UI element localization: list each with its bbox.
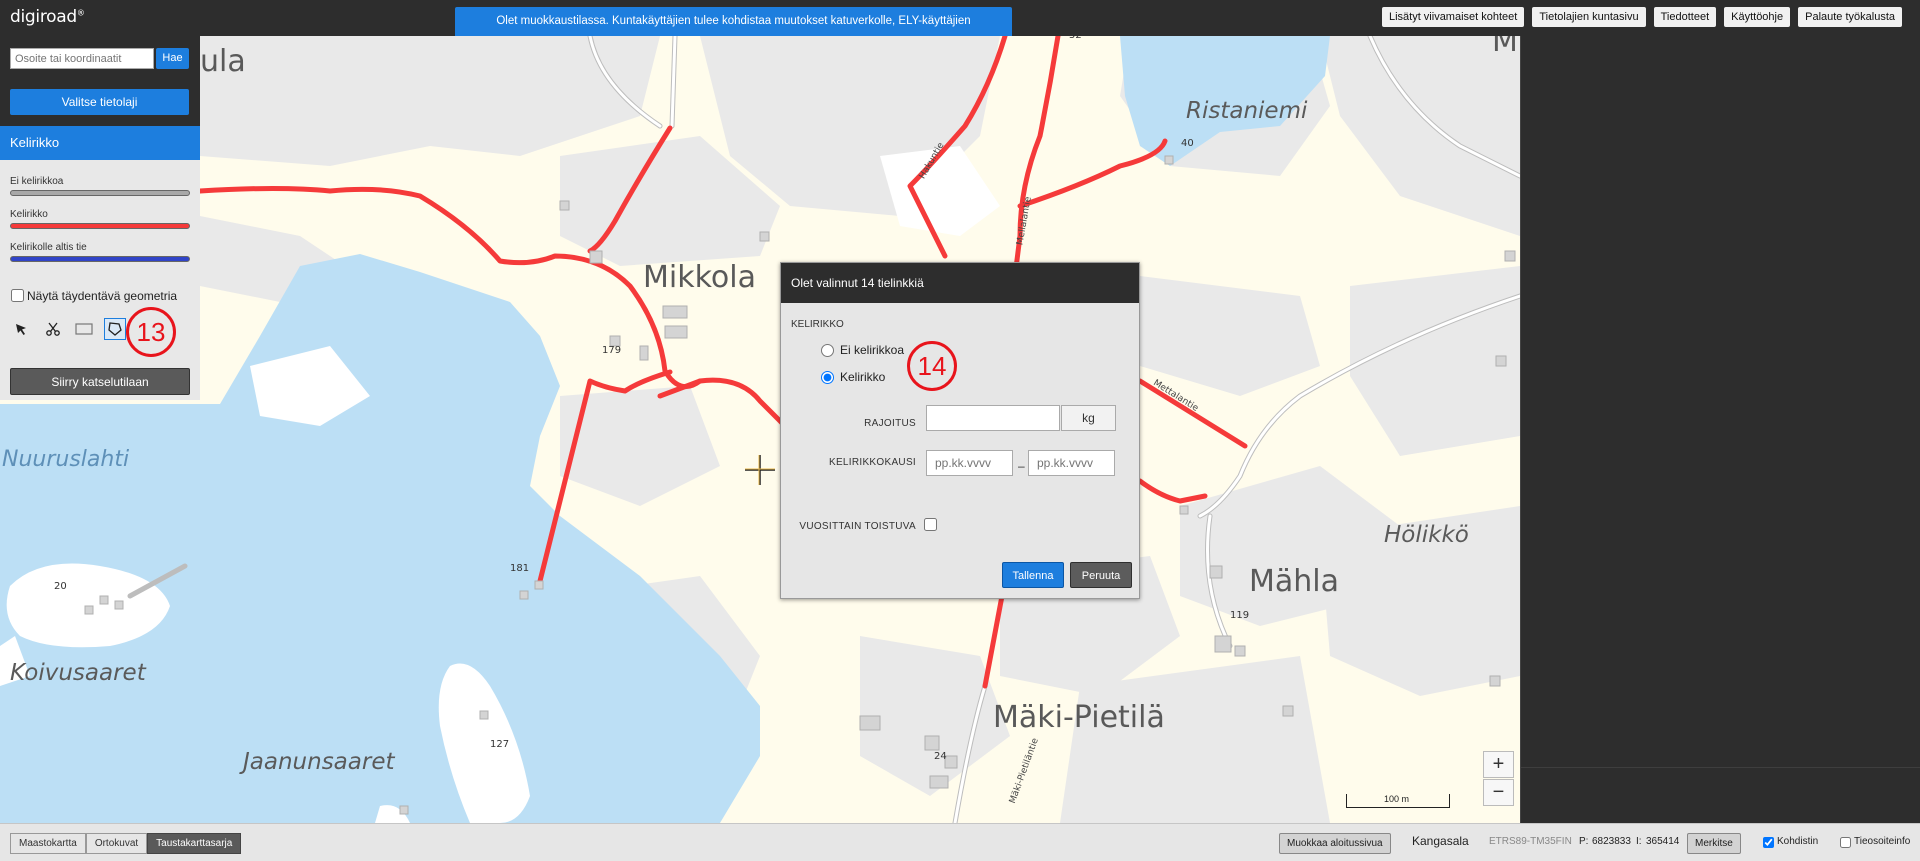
radio-kelirikko[interactable] (821, 370, 834, 384)
edit-start-page-button[interactable]: Muokkaa aloitussivua (1279, 833, 1391, 854)
yearly-recurring-label: VUOSITTAIN TOISTUVA (799, 521, 916, 532)
coord-p-label: P: (1579, 836, 1589, 847)
address-number-119: 119 (1230, 610, 1250, 621)
left-panel-top: Hae Valitse tietolaji (0, 36, 200, 126)
address-number-181: 181 (510, 563, 530, 574)
layer-municipality-page-link[interactable]: Tietolajien kuntasivu (1532, 7, 1646, 27)
zoom-out-button[interactable]: − (1483, 779, 1514, 806)
cursor-label: Kohdistin (1777, 836, 1819, 847)
map-label-jaanunsaaret: Jaanunsaaret (243, 749, 395, 775)
cursor-checkbox[interactable] (1763, 837, 1774, 848)
legend-bar-prone-road (10, 256, 190, 262)
map-label-ula: ula (200, 44, 246, 79)
added-linear-objects-link[interactable]: Lisätyt viivamaiset kohteet (1381, 7, 1525, 27)
digiroad-logo: digiroad® (10, 7, 85, 27)
legend-label-no-kelirikko: Ei kelirikkoa (10, 176, 64, 187)
tab-background-map-series[interactable]: Taustakarttasarja (147, 833, 242, 854)
option-no-kelirikko[interactable]: Ei kelirikkoa (821, 343, 904, 357)
crs-label: ETRS89-TM35FIN (1489, 836, 1572, 847)
right-panel-divider (1521, 767, 1920, 768)
period-start-input[interactable] (926, 450, 1013, 476)
map-label-m: M (1492, 36, 1518, 59)
period-label: KELIRIKKOKAUSI (828, 457, 916, 468)
cancel-button[interactable]: Peruuta (1070, 562, 1132, 588)
polygon-select-icon[interactable] (104, 318, 126, 340)
kelirikko-edit-dialog: Olet valinnut 14 tielinkkiä KELIRIKKO Ei… (780, 262, 1140, 599)
map-canvas[interactable]: ula Mikkola Ristaniemi Nuuruslahti Koivu… (0, 36, 1520, 823)
limit-label: RAJOITUS (864, 418, 916, 429)
legend-bar-kelirikko (10, 223, 190, 229)
period-separator: – (1018, 459, 1025, 473)
search-input[interactable] (10, 48, 154, 69)
coord-p-value: 6823833 (1592, 836, 1631, 847)
map-label-ristaniemi: Ristaniemi (1186, 98, 1308, 124)
crosshair-cursor (745, 455, 775, 485)
address-number-127: 127 (490, 739, 510, 750)
top-links: Lisätyt viivamaiset kohteet Tietolajien … (1381, 7, 1902, 27)
limit-unit: kg (1061, 405, 1116, 431)
option-no-kelirikko-label: Ei kelirikkoa (840, 343, 905, 357)
address-number-179: 179 (602, 345, 622, 356)
option-kelirikko-label: Kelirikko (840, 370, 886, 384)
select-layer-button[interactable]: Valitse tietolaji (10, 89, 189, 115)
map-label-mahla: Mähla (1249, 564, 1339, 599)
view-mode-button[interactable]: Siirry katselutilaan (10, 368, 190, 395)
layer-panel-body: Ei kelirikkoa Kelirikko Kelirikolle alti… (0, 160, 200, 400)
cut-scissors-icon[interactable] (42, 318, 64, 340)
background-map-tabs: Maastokartta Ortokuvat Taustakarttasarja (10, 833, 242, 854)
save-button[interactable]: Tallenna (1002, 562, 1064, 588)
legend-label-prone-road: Kelirikolle altis tie (10, 242, 87, 253)
tab-terrain-map[interactable]: Maastokartta (10, 833, 86, 854)
scale-label: 100 m (1384, 794, 1410, 804)
tab-orthophotos[interactable]: Ortokuvat (85, 833, 148, 854)
coord-i-value: 365414 (1646, 836, 1680, 847)
road-info-label: Tieosoiteinfo (1854, 836, 1911, 847)
map-label-mikkola: Mikkola (643, 260, 756, 295)
right-panel (1520, 36, 1920, 823)
address-number-52: 52 (1069, 36, 1082, 41)
map-label-makipietila: Mäki-Pietilä (993, 700, 1165, 735)
map-label-koivusaaret: Koivusaaret (10, 660, 146, 686)
dialog-section-title: KELIRIKKO (791, 319, 844, 330)
rectangle-select-icon[interactable] (73, 318, 95, 340)
complementary-geometry-checkbox[interactable] (11, 289, 24, 302)
option-kelirikko[interactable]: Kelirikko (821, 370, 885, 384)
annotation-marker-13: 13 (126, 307, 176, 357)
layer-title: Kelirikko (0, 126, 200, 160)
legend-bar-no-kelirikko (10, 190, 190, 196)
map-label-holikko: Hölikkö (1384, 522, 1469, 548)
feedback-link[interactable]: Palaute työkalusta (1798, 7, 1902, 27)
complementary-geometry-label: Näytä täydentävä geometria (27, 289, 178, 303)
search-button[interactable]: Hae (156, 48, 189, 69)
address-number-24: 24 (934, 751, 947, 762)
user-guide-link[interactable]: Käyttöohje (1724, 7, 1791, 27)
road-info-checkbox[interactable] (1840, 837, 1851, 848)
yearly-recurring-checkbox[interactable] (924, 518, 937, 531)
limit-input[interactable] (926, 405, 1060, 431)
mark-button[interactable]: Merkitse (1687, 833, 1741, 854)
annotation-marker-14: 14 (907, 341, 957, 391)
select-arrow-icon[interactable] (10, 318, 32, 340)
address-number-40: 40 (1181, 138, 1194, 149)
radio-no-kelirikko[interactable] (821, 343, 834, 357)
map-label-nuuruslahti: Nuuruslahti (2, 447, 130, 472)
period-end-input[interactable] (1028, 450, 1115, 476)
municipality-name: Kangasala (1412, 834, 1469, 848)
legend-label-kelirikko: Kelirikko (10, 209, 48, 220)
bottom-bar: Maastokartta Ortokuvat Taustakarttasarja… (0, 823, 1920, 861)
coord-i-label: I: (1636, 836, 1642, 847)
zoom-in-button[interactable]: + (1483, 751, 1514, 778)
dialog-title: Olet valinnut 14 tielinkkiä (781, 263, 1139, 303)
top-bar: digiroad® Olet muokkaustilassa. Kuntakäy… (0, 0, 1920, 56)
announcements-link[interactable]: Tiedotteet (1653, 7, 1717, 27)
map-graphics (0, 36, 1520, 823)
edit-mode-notice: Olet muokkaustilassa. Kuntakäyttäjien tu… (455, 7, 1012, 56)
address-number-20: 20 (54, 581, 67, 592)
